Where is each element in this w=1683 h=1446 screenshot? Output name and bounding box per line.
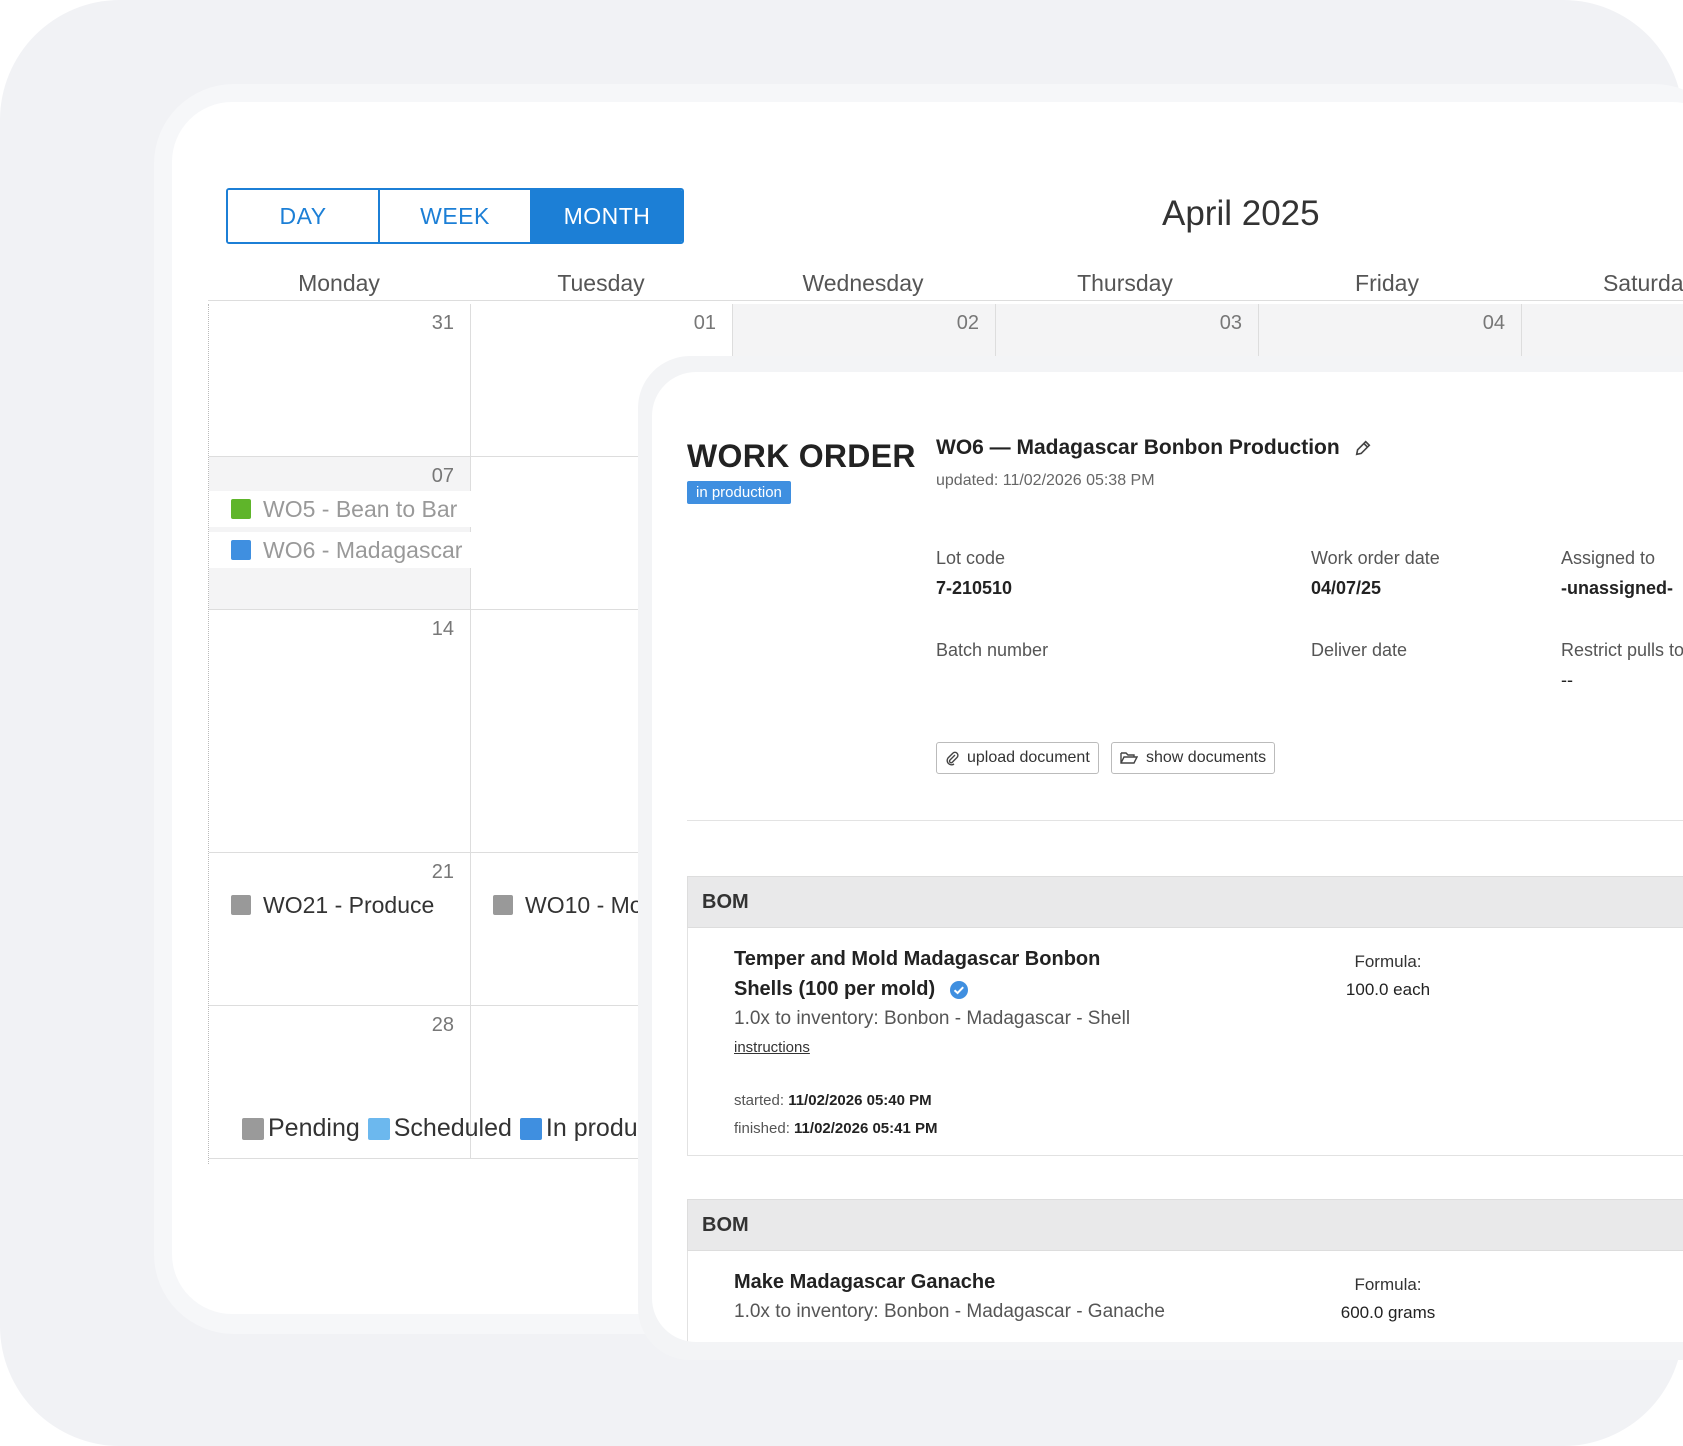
work-order-date-label: Work order date [1311,548,1440,568]
weekday-label: Wednesday [802,270,924,296]
event-label: WO10 - Mo [525,891,643,918]
bom-header: BOM [687,876,1683,928]
legend-item: Scheduled [367,1114,512,1143]
bom-finished: finished: 11/02/2026 05:41 PM [734,1120,938,1137]
day-number: 04 [1482,312,1505,334]
formula-label: Formula: [1354,1275,1422,1294]
formula-label: Formula: [1354,952,1422,971]
status-swatch [231,499,251,519]
bom-header-label: BOM [702,1214,749,1236]
weekday-label: Friday [1355,270,1419,296]
batch-number-label: Batch number [936,640,1049,660]
calendar-event[interactable]: WO5 - Bean to Bar [209,491,471,527]
bom-title-text: Temper and Mold Madagascar Bonbon Shells… [734,948,1101,1000]
day-cell[interactable]: 21 WO21 - Produce [209,853,471,1006]
bom-section: Temper and Mold Madagascar Bonbon Shells… [687,928,1683,1156]
day-view-button[interactable]: DAY [228,190,378,242]
finished-label: finished: [734,1120,790,1137]
legend-item: In produ [519,1114,638,1143]
bom-inventory: 1.0x to inventory: Bonbon - Madagascar -… [734,1301,1165,1322]
day-cell[interactable]: 31 [209,304,471,457]
day-number: 07 [431,465,454,487]
weekday-label: Thursday [1077,270,1173,296]
bom-inventory: 1.0x to inventory: Bonbon - Madagascar -… [734,1008,1131,1029]
status-swatch [231,895,251,915]
status-swatch [231,540,251,560]
bom-section: Make Madagascar Ganache 1.0x to inventor… [687,1251,1683,1342]
work-order-panel: WORK ORDER in production WO6 — Madagasca… [652,372,1683,1342]
started-value: 11/02/2026 05:40 PM [788,1092,932,1109]
calendar-event[interactable]: WO6 - Madagascar [209,532,471,568]
show-documents-button[interactable]: show documents [1111,742,1276,774]
show-documents-label: show documents [1146,749,1267,766]
legend-swatch [242,1117,264,1140]
folder-open-icon [1120,752,1138,764]
legend-label: Scheduled [393,1114,512,1142]
formula-value: 600.0 grams [1340,1303,1436,1322]
day-number: 14 [431,618,454,640]
event-label: WO21 - Produce [263,891,435,918]
event-label: WO6 - Madagascar [263,536,463,563]
weekday-label: Tuesday [557,270,645,296]
legend-swatch [367,1117,390,1140]
deliver-date-label: Deliver date [1311,640,1408,660]
legend-label: Pending [268,1114,360,1142]
legend-item: Pending [242,1114,360,1143]
bom-header: BOM [687,1199,1683,1251]
day-number: 31 [431,312,454,334]
week-view-button[interactable]: WEEK [378,190,530,242]
lot-code-value: 7-210510 [936,578,1013,598]
view-toggle: DAY WEEK MONTH [226,188,684,244]
upload-document-button[interactable]: upload document [936,742,1099,774]
weekday-label: Saturday [1602,270,1683,296]
work-order-title: WO6 — Madagascar Bonbon Production [936,436,1340,459]
weekday-header: Monday Tuesday Wednesday Thursday Friday… [208,270,1683,301]
calendar-title: April 2025 [1162,194,1320,233]
status-legend: Pending Scheduled In produ [242,1114,646,1143]
lot-code-label: Lot code [936,548,1006,568]
formula-value: 100.0 each [1345,980,1431,999]
instructions-link[interactable]: instructions [734,1039,810,1056]
day-number: 28 [431,1014,454,1036]
month-view-button[interactable]: MONTH [530,190,682,242]
legend-label: In produ [545,1114,638,1142]
upload-document-label: upload document [967,749,1090,766]
paperclip-icon [946,751,959,766]
day-number: 01 [693,312,716,334]
day-number: 21 [431,861,454,883]
assigned-value: -unassigned- [1561,578,1674,598]
assigned-label: Assigned to [1561,548,1656,568]
pencil-icon[interactable] [1354,439,1372,457]
restrict-pulls-label: Restrict pulls to [1561,640,1683,660]
bom-title: Make Madagascar Ganache [734,1271,996,1293]
calendar-event[interactable]: WO10 - Mo [493,887,643,923]
section-divider [687,820,1683,821]
work-order-heading: WORK ORDER [687,438,916,474]
bom-header-label: BOM [702,891,749,913]
day-number: 02 [956,312,979,334]
weekday-label: Monday [298,270,380,296]
finished-value: 11/02/2026 05:41 PM [794,1120,938,1137]
updated-timestamp: updated: 11/02/2026 05:38 PM [936,472,1155,489]
work-order-date-value: 04/07/25 [1311,578,1382,598]
day-cell[interactable]: 07 WO5 - Bean to Bar WO6 - Madagascar [209,457,471,610]
verified-check-icon [949,980,968,999]
day-number: 03 [1219,312,1242,334]
bom-started: started: 11/02/2026 05:40 PM [734,1092,932,1109]
legend-swatch [519,1117,542,1140]
status-swatch [493,895,513,915]
restrict-pulls-value: -- [1561,670,1573,690]
work-order-name: WO6 — Madagascar Bonbon Production [936,436,1372,460]
bom-title: Temper and Mold Madagascar Bonbon Shells… [734,944,1154,1004]
started-label: started: [734,1092,785,1109]
status-badge: in production [687,481,791,504]
calendar-event[interactable]: WO21 - Produce [231,887,434,923]
event-label: WO5 - Bean to Bar [263,495,458,522]
day-cell[interactable]: 14 [209,610,471,853]
